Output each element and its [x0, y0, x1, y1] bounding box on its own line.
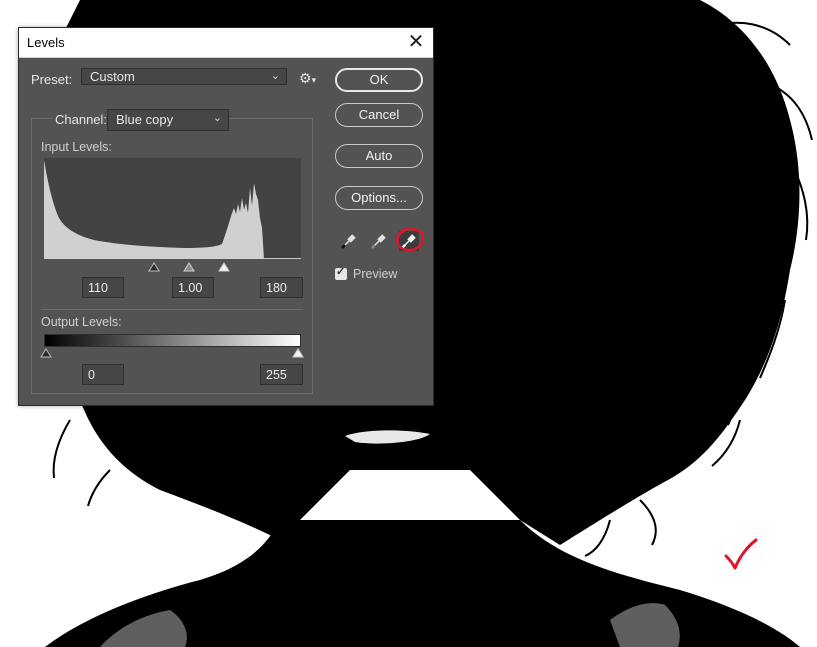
- channel-label: Channel:: [52, 112, 111, 127]
- preview-checkbox[interactable]: ✓: [335, 266, 347, 280]
- dialog-title: Levels: [27, 35, 65, 50]
- input-gamma-field[interactable]: 1.00: [172, 277, 214, 298]
- output-gradient-bar: [44, 334, 301, 347]
- cancel-button[interactable]: Cancel: [335, 103, 423, 127]
- preset-label: Preset:: [31, 72, 73, 87]
- divider: [41, 309, 303, 310]
- output-black-field[interactable]: 0: [82, 364, 124, 385]
- checkmark-annotation: [724, 538, 758, 570]
- chevron-down-icon: ⌄: [212, 112, 222, 124]
- black-point-eyedropper-icon[interactable]: [339, 231, 359, 251]
- histogram: [44, 158, 301, 259]
- highlight-circle-annotation: [396, 227, 425, 252]
- dialog-titlebar[interactable]: Levels ✕: [19, 28, 433, 58]
- gray-point-eyedropper-icon[interactable]: [369, 231, 389, 251]
- checkmark-icon: ✓: [336, 266, 346, 278]
- auto-button[interactable]: Auto: [335, 144, 423, 168]
- input-black-field[interactable]: 110: [82, 277, 124, 298]
- ok-button[interactable]: OK: [335, 68, 423, 92]
- preview-label: Preview: [353, 267, 398, 281]
- output-white-field[interactable]: 255: [260, 364, 303, 385]
- output-levels-label: Output Levels:: [41, 315, 122, 329]
- channel-select[interactable]: Blue copy ⌄: [107, 109, 229, 131]
- input-white-field[interactable]: 180: [260, 277, 303, 298]
- options-button[interactable]: Options...: [335, 186, 423, 210]
- levels-dialog: Levels ✕ Preset: Custom ⌄ ⚙▾ Channel: Bl…: [18, 27, 434, 406]
- channel-value: Blue copy: [116, 112, 174, 127]
- preset-select[interactable]: Custom ⌄: [81, 68, 287, 85]
- chevron-down-icon: ⌄: [270, 70, 280, 82]
- preset-value: Custom: [90, 69, 135, 84]
- close-button[interactable]: ✕: [403, 30, 429, 54]
- preset-options-gear-icon[interactable]: ⚙▾: [299, 70, 316, 87]
- input-levels-label: Input Levels:: [41, 140, 112, 154]
